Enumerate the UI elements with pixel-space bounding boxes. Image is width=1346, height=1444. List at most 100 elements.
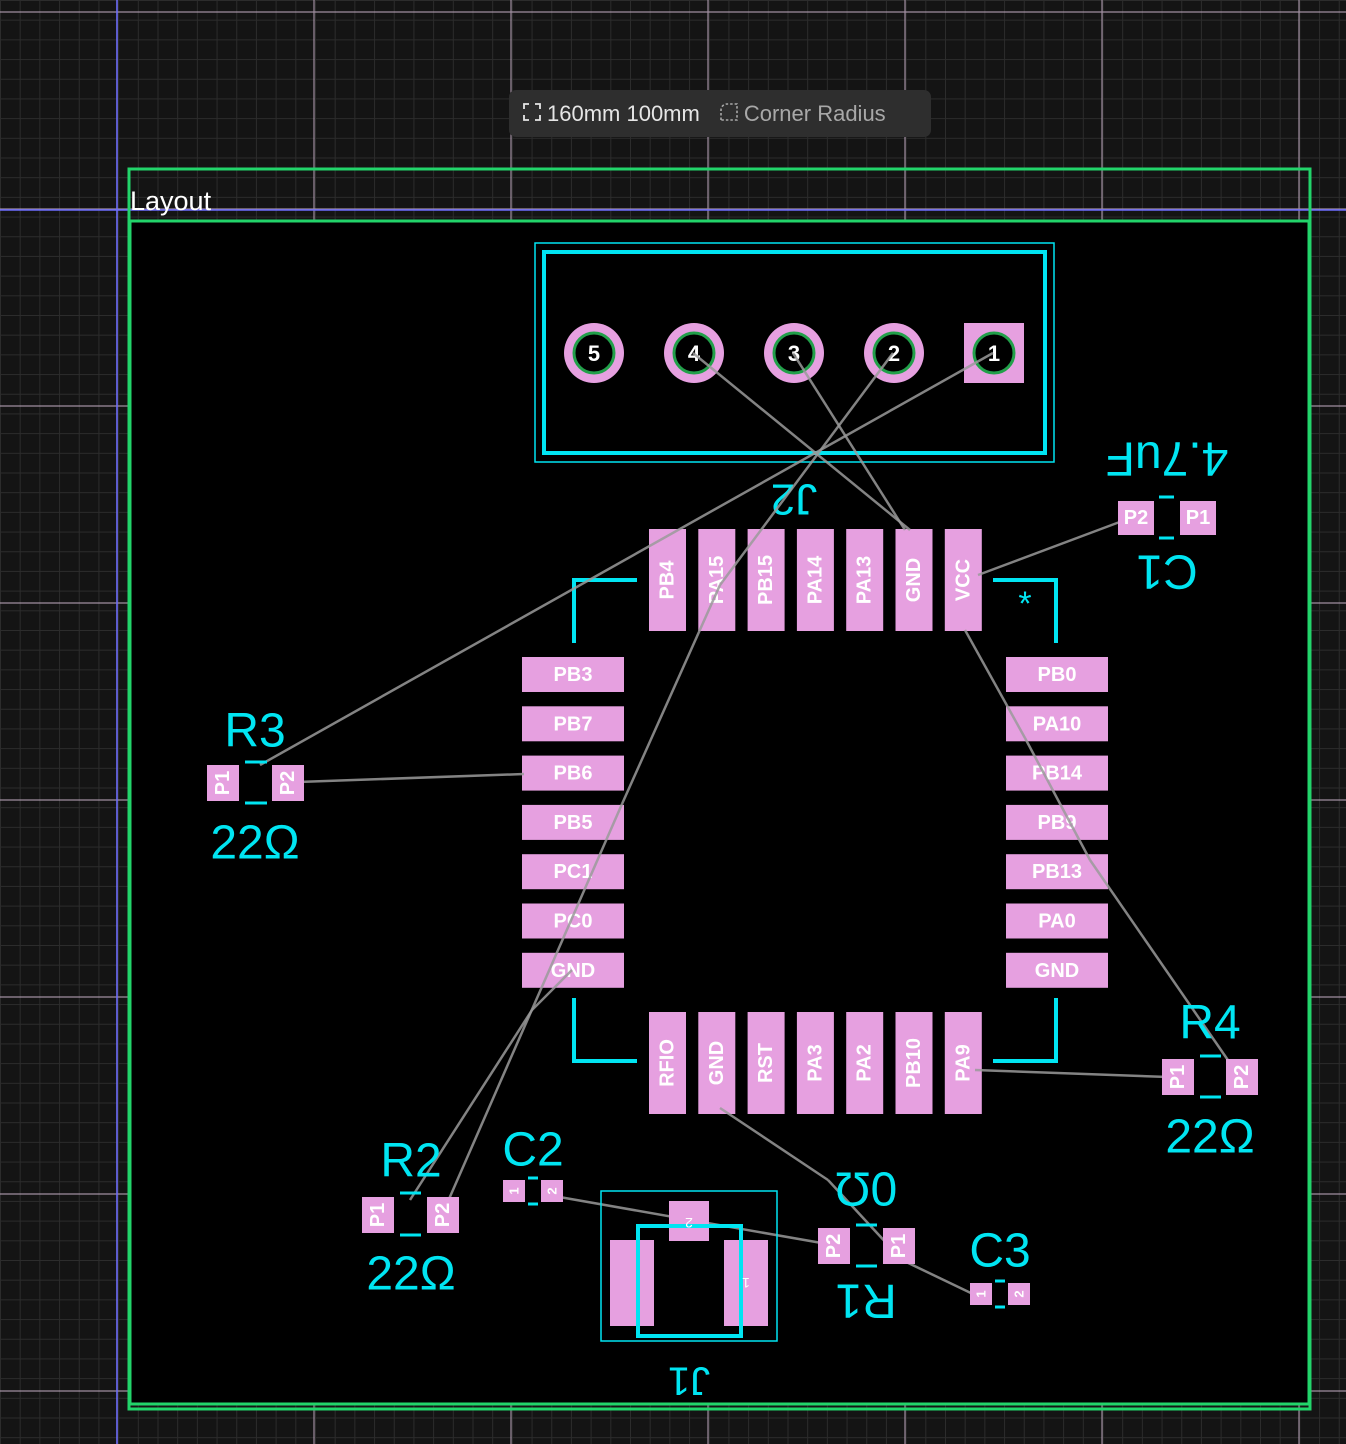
pad-label: 1 <box>974 1290 989 1297</box>
pin-label: PA14 <box>804 555 826 604</box>
u1-pin-pb15[interactable]: PB15 <box>747 529 785 631</box>
r4-pad-p2[interactable]: P2 <box>1226 1059 1258 1095</box>
u1-pin1-marker: * <box>1018 585 1031 623</box>
pin-label: PB10 <box>903 1038 925 1088</box>
u1-pin-pa10[interactable]: PA10 <box>1006 706 1108 742</box>
u1-pin-gnd[interactable]: GND <box>698 1012 736 1114</box>
c1-value-label: 4.7uF <box>1106 432 1229 485</box>
pin-label: PA3 <box>804 1044 826 1081</box>
u1-pin-pa3[interactable]: PA3 <box>796 1012 834 1114</box>
u1-pin-gnd[interactable]: GND <box>1006 952 1108 988</box>
u1-pin-pa9[interactable]: PA9 <box>944 1012 982 1114</box>
pin-label: PB3 <box>554 664 593 686</box>
u1-pin-pb13[interactable]: PB13 <box>1006 854 1108 890</box>
u1-pin-pa0[interactable]: PA0 <box>1006 903 1108 939</box>
u1-pin-pa14[interactable]: PA14 <box>796 529 834 631</box>
u1-pin-pa13[interactable]: PA13 <box>846 529 884 631</box>
pin-label: RFIO <box>657 1039 679 1087</box>
j1-ref-label: J1 <box>668 1358 710 1402</box>
u1-pin-rfio[interactable]: RFIO <box>649 1012 686 1114</box>
j2-pin-number: 2 <box>888 341 900 366</box>
pad-label: P2 <box>277 771 299 795</box>
pin-label: PA10 <box>1033 713 1082 735</box>
r2-pad-p2[interactable]: P2 <box>427 1197 459 1233</box>
c2-ref-label: C2 <box>502 1124 563 1177</box>
pin-label: VCC <box>952 559 974 601</box>
pad-label: P2 <box>823 1234 845 1258</box>
j2-pin-5[interactable]: 5 <box>564 323 624 383</box>
u1-pin-pc1[interactable]: PC1 <box>522 854 624 890</box>
pin-label: PB15 <box>755 555 777 605</box>
pin-label: PB6 <box>554 763 593 785</box>
r1-ref-label: R1 <box>835 1274 896 1327</box>
j1-pad-label: 1 <box>742 1275 750 1291</box>
r3-pad-p1[interactable]: P1 <box>207 765 239 801</box>
pin-label: GND <box>903 558 925 602</box>
r1-value-label: 0Ω <box>835 1162 898 1215</box>
board-toolbar: 160mm 100mm Corner Radius <box>509 90 931 137</box>
pin-label: PA2 <box>854 1044 876 1081</box>
pad-label: P2 <box>1124 507 1148 529</box>
pin-label: PB7 <box>554 713 593 735</box>
c2-pad-1[interactable]: 1 <box>503 1180 525 1202</box>
c1-pad-p2[interactable]: P2 <box>1118 501 1154 535</box>
pin-label: PB13 <box>1032 861 1082 883</box>
u1-pin-pb9[interactable]: PB9 <box>1006 804 1108 840</box>
c3-ref-label: C3 <box>969 1225 1030 1278</box>
pin-label: GND <box>551 960 595 982</box>
c1-ref-label: C1 <box>1136 545 1197 598</box>
pin-label: PA13 <box>854 556 876 605</box>
board-size-button[interactable]: 160mm 100mm <box>523 101 700 127</box>
c3-pad-1[interactable]: 1 <box>970 1283 992 1305</box>
j1-pad[interactable] <box>610 1240 654 1326</box>
pad-label: 2 <box>1012 1290 1027 1297</box>
r4-ref-label: R4 <box>1179 997 1240 1050</box>
corner-radius-button[interactable]: Corner Radius <box>720 101 886 127</box>
pad-label: 1 <box>507 1187 522 1194</box>
r3-ref-label: R3 <box>224 705 285 758</box>
r2-pad-p1[interactable]: P1 <box>362 1197 394 1233</box>
pin-label: PA0 <box>1038 911 1075 933</box>
u1-pin-pc0[interactable]: PC0 <box>522 903 624 939</box>
expand-corners-icon <box>523 101 541 127</box>
pin-label: PB4 <box>657 560 679 600</box>
c1-pad-p1[interactable]: P1 <box>1180 501 1216 535</box>
j2-pin-2[interactable]: 2 <box>864 323 924 383</box>
j1-pad-label: 2 <box>685 1215 693 1231</box>
r3-pad-p2[interactable]: P2 <box>272 765 304 801</box>
r4-pad-p1[interactable]: P1 <box>1162 1059 1194 1095</box>
r3-value-label: 22Ω <box>210 817 299 870</box>
board-size-value: 160mm 100mm <box>547 100 700 126</box>
pin-label: GND <box>706 1041 728 1085</box>
u1-pin-pb14[interactable]: PB14 <box>1006 755 1108 791</box>
j2-ref-label: J2 <box>771 474 817 523</box>
c2-pad-2[interactable]: 2 <box>541 1180 563 1202</box>
u1-pin-gnd[interactable]: GND <box>522 952 624 988</box>
r1-pad-p1[interactable]: P1 <box>883 1228 915 1264</box>
u1-pin-pa2[interactable]: PA2 <box>846 1012 884 1114</box>
corner-radius-icon <box>720 101 738 127</box>
u1-pin-pb6[interactable]: PB6 <box>522 755 624 791</box>
pad-label: P1 <box>888 1234 910 1258</box>
u1-pin-gnd[interactable]: GND <box>895 529 933 631</box>
board-layout-label: Layout <box>130 186 212 216</box>
corner-radius-label: Corner Radius <box>743 100 886 126</box>
pin-label: PB5 <box>554 812 593 834</box>
j2-pin-1[interactable]: 1 <box>964 323 1024 383</box>
u1-pin-vcc[interactable]: VCC <box>944 529 982 631</box>
pad-label: P2 <box>1231 1065 1253 1089</box>
pin-label: RST <box>755 1043 777 1083</box>
u1-pin-pb7[interactable]: PB7 <box>522 706 624 742</box>
u1-pin-pb10[interactable]: PB10 <box>895 1012 933 1114</box>
j2-pin-number: 5 <box>588 341 600 366</box>
pin-label: GND <box>1035 960 1079 982</box>
pad-label: P1 <box>212 771 234 795</box>
r1-pad-p2[interactable]: P2 <box>818 1228 850 1264</box>
c3-pad-2[interactable]: 2 <box>1008 1283 1030 1305</box>
r2-value-label: 22Ω <box>366 1248 455 1301</box>
pad-label: P1 <box>367 1203 389 1227</box>
u1-pin-pb0[interactable]: PB0 <box>1006 657 1108 692</box>
u1-pin-rst[interactable]: RST <box>747 1012 785 1114</box>
u1-pin-pb3[interactable]: PB3 <box>522 657 624 692</box>
u1-pin-pa15[interactable]: PA15 <box>698 529 736 631</box>
